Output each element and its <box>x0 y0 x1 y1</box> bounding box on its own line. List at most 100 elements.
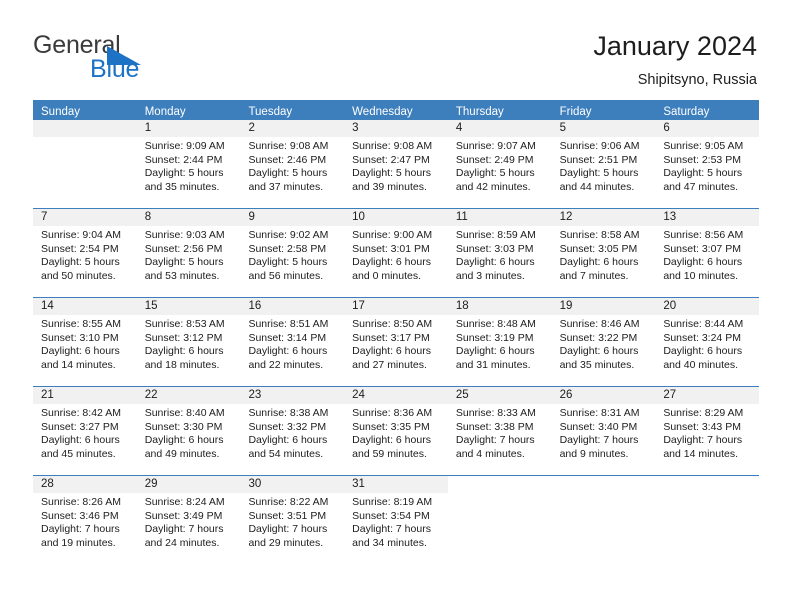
calendar-day-cell[interactable]: 5 Sunrise: 9:06 AM Sunset: 2:51 PM Daylight… <box>551 120 656 208</box>
calendar-day-cell[interactable]: 3 Sunrise: 9:08 AM Sunset: 2:47 PM Daylight… <box>344 120 448 208</box>
calendar-day-cell[interactable]: 20 Sunrise: 8:44 AM Sunset: 3:24 PM Dayligh… <box>655 298 760 386</box>
calendar-day-cell[interactable]: 17 Sunrise: 8:50 AM Sunset: 3:17 PM Dayligh… <box>344 298 448 386</box>
day-number: 26 <box>551 387 656 404</box>
generalblue-logo[interactable]: General Blue <box>33 30 163 86</box>
daylight-duration-line2: and 4 minutes. <box>455 447 525 460</box>
daylight-duration-line1: Daylight: 5 hours <box>41 256 120 269</box>
calendar-day-cell[interactable]: 15 Sunrise: 8:53 AM Sunset: 3:12 PM Dayligh… <box>136 298 241 386</box>
day-details: Sunrise: 9:04 AM Sunset: 2:54 PM Daylight:… <box>33 226 137 283</box>
sunrise-time: Sunrise: 8:55 AM <box>41 318 121 330</box>
daylight-duration-line2: and 7 minutes. <box>559 269 629 282</box>
daylight-duration-line2: and 56 minutes. <box>248 269 324 282</box>
sunset-time: Sunset: 2:58 PM <box>248 242 327 255</box>
day-number: 6 <box>655 120 760 137</box>
daylight-duration-line1: Daylight: 6 hours <box>559 345 639 358</box>
daylight-duration-line2: and 29 minutes. <box>248 536 324 549</box>
calendar-day-cell[interactable]: 7 Sunrise: 9:04 AM Sunset: 2:54 PM Daylight… <box>33 209 137 297</box>
sunset-time: Sunset: 2:44 PM <box>144 153 223 166</box>
calendar-day-cell[interactable]: 11 Sunrise: 8:59 AM Sunset: 3:03 PM Dayligh… <box>447 209 552 297</box>
calendar-day-cell[interactable]: 27 Sunrise: 8:29 AM Sunset: 3:43 PM Dayligh… <box>655 387 760 475</box>
day-number: 15 <box>136 298 241 315</box>
calendar-day-cell[interactable]: 2 Sunrise: 9:08 AM Sunset: 2:46 PM Daylight… <box>240 120 345 208</box>
day-details: Sunrise: 8:24 AM Sunset: 3:49 PM Daylight:… <box>137 493 241 550</box>
sunrise-time: Sunrise: 9:04 AM <box>41 229 121 241</box>
calendar-day-cell[interactable]: 19 Sunrise: 8:46 AM Sunset: 3:22 PM Dayligh… <box>551 298 656 386</box>
calendar-day-cell[interactable]: 22 Sunrise: 8:40 AM Sunset: 3:30 PM Dayligh… <box>136 387 241 475</box>
day-details: Sunrise: 8:31 AM Sunset: 3:40 PM Daylight:… <box>552 404 656 461</box>
day-number: 13 <box>655 209 760 226</box>
daylight-duration-line1: Daylight: 5 hours <box>352 167 431 180</box>
calendar-day-cell[interactable]: 9 Sunrise: 9:02 AM Sunset: 2:58 PM Daylight… <box>240 209 345 297</box>
day-number: 14 <box>33 298 137 315</box>
calendar-day-cell[interactable]: 6 Sunrise: 9:05 AM Sunset: 2:53 PM Daylight… <box>655 120 760 208</box>
day-details: Sunrise: 9:06 AM Sunset: 2:51 PM Daylight:… <box>552 137 656 194</box>
calendar-day-cell[interactable]: 16 Sunrise: 8:51 AM Sunset: 3:14 PM Dayligh… <box>240 298 345 386</box>
calendar-day-cell[interactable]: 24 Sunrise: 8:36 AM Sunset: 3:35 PM Dayligh… <box>344 387 448 475</box>
sunset-time: Sunset: 3:32 PM <box>248 420 327 433</box>
calendar-day-cell[interactable]: 18 Sunrise: 8:48 AM Sunset: 3:19 PM Dayligh… <box>447 298 552 386</box>
day-details: Sunrise: 8:36 AM Sunset: 3:35 PM Daylight:… <box>344 404 448 461</box>
calendar-day-cell[interactable]: 13 Sunrise: 8:56 AM Sunset: 3:07 PM Dayligh… <box>655 209 760 297</box>
calendar-day-cell[interactable]: 29 Sunrise: 8:24 AM Sunset: 3:49 PM Dayligh… <box>136 476 241 564</box>
sunrise-time: Sunrise: 9:03 AM <box>144 229 225 241</box>
sunrise-time: Sunrise: 8:33 AM <box>455 407 536 419</box>
sunrise-time: Sunrise: 8:50 AM <box>352 318 433 330</box>
day-details: Sunrise: 8:33 AM Sunset: 3:38 PM Daylight:… <box>448 404 552 461</box>
weekday-friday: Friday <box>559 106 592 118</box>
daylight-duration-line2: and 31 minutes. <box>455 358 531 371</box>
calendar-day-cell[interactable]: 1 Sunrise: 9:09 AM Sunset: 2:44 PM Daylight… <box>136 120 241 208</box>
calendar-day-cell[interactable]: 28 Sunrise: 8:26 AM Sunset: 3:46 PM Dayligh… <box>33 476 137 564</box>
daylight-duration-line1: Daylight: 6 hours <box>41 434 120 447</box>
calendar-week-row: 7 Sunrise: 9:04 AM Sunset: 2:54 PM Daylight… <box>33 208 760 297</box>
calendar-day-cell[interactable]: 21 Sunrise: 8:42 AM Sunset: 3:27 PM Dayligh… <box>33 387 137 475</box>
weekday-tuesday: Tuesday <box>248 106 293 118</box>
calendar-day-cell[interactable]: 30 Sunrise: 8:22 AM Sunset: 3:51 PM Dayligh… <box>240 476 345 564</box>
day-details: Sunrise: 8:42 AM Sunset: 3:27 PM Daylight:… <box>33 404 137 461</box>
daylight-duration-line1: Daylight: 6 hours <box>144 345 224 358</box>
weekday-monday: Monday <box>144 106 186 118</box>
calendar-day-cell[interactable]: 14 Sunrise: 8:55 AM Sunset: 3:10 PM Dayligh… <box>33 298 137 386</box>
sunrise-time: Sunrise: 8:40 AM <box>144 407 225 419</box>
daylight-duration-line1: Daylight: 7 hours <box>248 523 328 536</box>
sunset-time: Sunset: 3:19 PM <box>455 331 534 344</box>
day-details: Sunrise: 8:29 AM Sunset: 3:43 PM Daylight:… <box>655 404 759 461</box>
daylight-duration-line2: and 54 minutes. <box>248 447 324 460</box>
daylight-duration-line1: Daylight: 6 hours <box>248 434 328 447</box>
calendar-day-cell-empty <box>447 476 552 564</box>
sunrise-time: Sunrise: 9:08 AM <box>352 140 433 152</box>
daylight-duration-line1: Daylight: 5 hours <box>248 256 328 269</box>
day-number: 5 <box>551 120 656 137</box>
daylight-duration-line2: and 49 minutes. <box>144 447 220 460</box>
day-details: Sunrise: 8:26 AM Sunset: 3:46 PM Daylight:… <box>33 493 137 550</box>
calendar-day-cell[interactable]: 26 Sunrise: 8:31 AM Sunset: 3:40 PM Dayligh… <box>551 387 656 475</box>
sunrise-time: Sunrise: 8:38 AM <box>248 407 329 419</box>
day-details: Sunrise: 8:40 AM Sunset: 3:30 PM Daylight:… <box>137 404 241 461</box>
sunset-time: Sunset: 3:27 PM <box>41 420 119 433</box>
daylight-duration-line1: Daylight: 6 hours <box>663 345 743 358</box>
calendar-day-cell[interactable]: 4 Sunrise: 9:07 AM Sunset: 2:49 PM Daylight… <box>447 120 552 208</box>
weekday-saturday: Saturday <box>663 106 710 118</box>
day-number: 23 <box>240 387 345 404</box>
calendar-day-cell[interactable]: 10 Sunrise: 9:00 AM Sunset: 3:01 PM Dayligh… <box>344 209 448 297</box>
calendar-day-cell[interactable]: 25 Sunrise: 8:33 AM Sunset: 3:38 PM Dayligh… <box>447 387 552 475</box>
daylight-duration-line2: and 50 minutes. <box>41 269 116 282</box>
calendar-day-cell[interactable]: 8 Sunrise: 9:03 AM Sunset: 2:56 PM Daylight… <box>136 209 241 297</box>
calendar-day-cell[interactable]: 31 Sunrise: 8:19 AM Sunset: 3:54 PM Dayligh… <box>344 476 448 564</box>
day-details: Sunrise: 9:00 AM Sunset: 3:01 PM Daylight:… <box>344 226 448 283</box>
page-title: January 2024 <box>593 31 757 61</box>
calendar-day-cell[interactable]: 12 Sunrise: 8:58 AM Sunset: 3:05 PM Dayligh… <box>551 209 656 297</box>
daylight-duration-line1: Daylight: 7 hours <box>559 434 639 447</box>
day-details: Sunrise: 9:08 AM Sunset: 2:47 PM Daylight:… <box>344 137 448 194</box>
day-number: 2 <box>240 120 345 137</box>
calendar-weeks: 1 Sunrise: 9:09 AM Sunset: 2:44 PM Daylight… <box>33 120 760 564</box>
sunset-time: Sunset: 3:10 PM <box>41 331 119 344</box>
daylight-duration-line1: Daylight: 6 hours <box>352 434 431 447</box>
calendar-day-cell[interactable]: 23 Sunrise: 8:38 AM Sunset: 3:32 PM Dayligh… <box>240 387 345 475</box>
daylight-duration-line1: Daylight: 6 hours <box>352 256 431 269</box>
day-details: Sunrise: 8:56 AM Sunset: 3:07 PM Daylight:… <box>655 226 759 283</box>
day-number: 18 <box>447 298 552 315</box>
sunset-time: Sunset: 3:14 PM <box>248 331 327 344</box>
calendar-day-cell-empty <box>551 476 656 564</box>
day-details: Sunrise: 8:46 AM Sunset: 3:22 PM Daylight:… <box>552 315 656 372</box>
daylight-duration-line1: Daylight: 5 hours <box>144 167 224 180</box>
